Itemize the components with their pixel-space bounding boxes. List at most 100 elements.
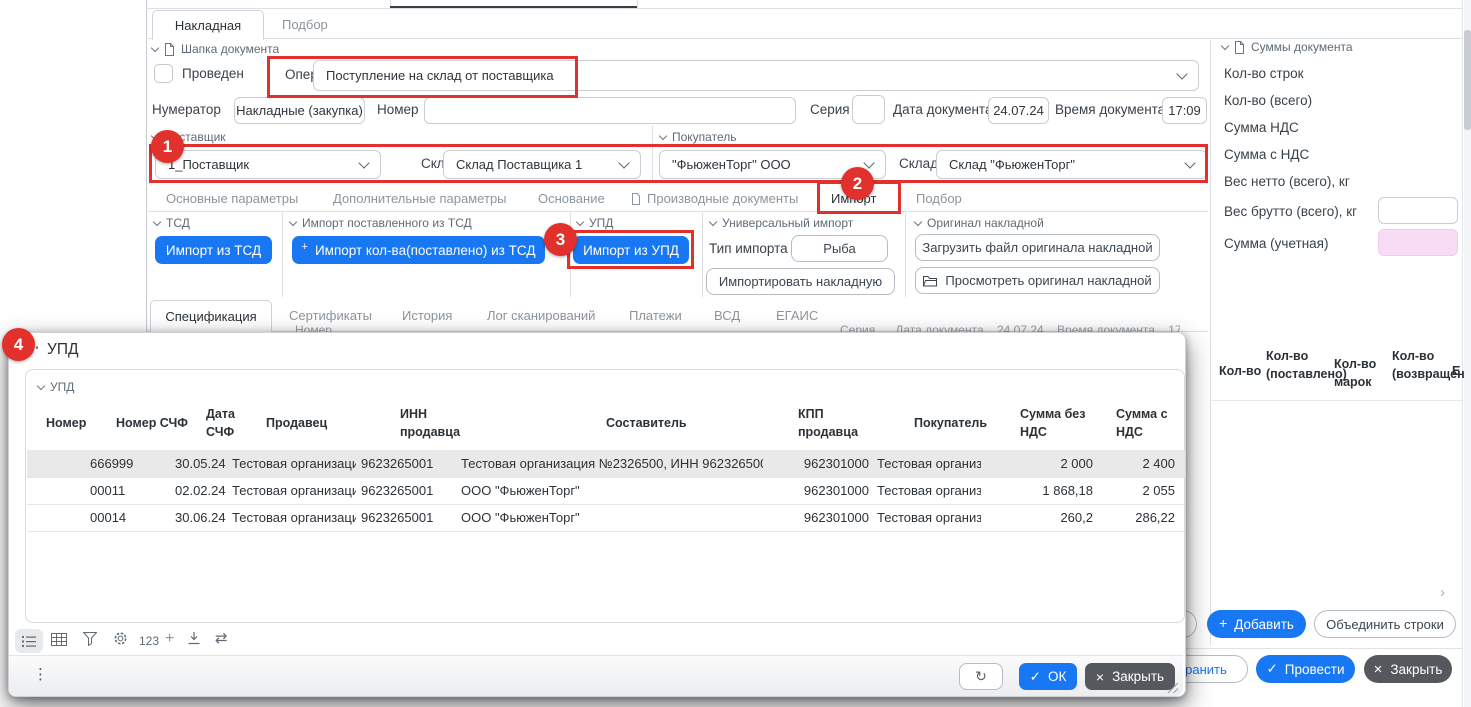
modal-title: УПД xyxy=(47,341,78,359)
col-seller[interactable]: Продавец xyxy=(266,400,327,446)
section-doc-header[interactable]: Шапка документа xyxy=(152,42,279,56)
section-buyer[interactable]: Покупатель xyxy=(660,130,736,144)
annotation-circle-1: 1 xyxy=(151,130,184,163)
scroll-right-icon[interactable]: › xyxy=(1440,584,1445,601)
merge-rows-button[interactable]: Объединить строки xyxy=(1314,610,1456,638)
operation-select[interactable]: Поступление на склад от поставщика xyxy=(313,60,1199,91)
section-original-invoice[interactable]: Оригинал накладной xyxy=(915,216,1044,230)
col-compiler[interactable]: Составитель xyxy=(606,400,687,446)
tab-basis[interactable]: Основание xyxy=(538,191,605,206)
view-grid-button[interactable] xyxy=(51,633,67,646)
tab-specification[interactable]: Спецификация xyxy=(150,300,272,332)
spec-col-qty-marks: Кол-во марок xyxy=(1334,355,1384,391)
section-upd[interactable]: УПД xyxy=(577,216,613,230)
chevron-down-icon xyxy=(659,131,667,139)
import-invoice-button[interactable]: Импортировать накладную xyxy=(706,268,895,295)
accounting-sum-input[interactable] xyxy=(1378,229,1458,256)
col-sum-with-vat[interactable]: Сумма с НДС xyxy=(1116,400,1178,446)
table-row[interactable]: 00011 02.02.24 Тестовая организация № 96… xyxy=(27,477,1185,505)
filter-button[interactable] xyxy=(83,632,97,646)
col-sum-without-vat[interactable]: Сумма без НДС xyxy=(1020,400,1092,446)
spec-col-qty: Кол-во xyxy=(1219,362,1261,380)
top-strip-divider xyxy=(146,8,1462,9)
settings-button[interactable] xyxy=(113,631,128,646)
post-button[interactable]: ✓ Провести xyxy=(1256,655,1355,683)
section-doc-sums[interactable]: Суммы документа xyxy=(1222,40,1353,54)
download-button[interactable] xyxy=(187,631,201,645)
refresh-icon: ↻ xyxy=(975,668,987,685)
upd-modal: ⋯ УПД УПД Номер Номер СЧФ Дата СЧФ Прода… xyxy=(8,332,1186,697)
section-tsd[interactable]: ТСД xyxy=(154,216,190,230)
operation-value: Поступление на склад от поставщика xyxy=(326,68,554,83)
check-icon: ✓ xyxy=(1030,669,1041,685)
plus-icon: + xyxy=(302,241,308,253)
load-original-file-button[interactable]: Загрузить файл оригинала накладной xyxy=(915,234,1160,261)
chevron-down-icon xyxy=(289,217,297,225)
import-from-upd-button[interactable]: Импорт из УПД xyxy=(573,236,689,264)
doc-time-field[interactable]: 17:09 xyxy=(1162,97,1207,124)
table-row[interactable]: 00014 30.06.24 Тестовая организация № 96… xyxy=(27,504,1185,532)
series-input[interactable] xyxy=(852,95,885,124)
chevron-down-icon xyxy=(151,43,159,51)
kebab-menu-icon[interactable]: ⋮ xyxy=(33,665,48,683)
app-screen: Накладная Подбор Шапка документа Проведе… xyxy=(0,0,1471,707)
refresh-button[interactable]: ↻ xyxy=(959,663,1003,690)
chevron-down-icon xyxy=(914,217,922,225)
document-icon xyxy=(164,43,175,56)
view-list-button[interactable] xyxy=(15,629,43,653)
add-row-button[interactable]: + Добавить xyxy=(1207,610,1306,638)
import-from-tsd-button[interactable]: Импорт из ТСД xyxy=(155,236,272,264)
col-seller-inn[interactable]: ИНН продавца xyxy=(400,400,470,446)
number-label: Номер xyxy=(377,102,419,117)
close-icon: × xyxy=(1374,661,1383,678)
doc-date-label: Дата документа xyxy=(893,102,992,117)
section-universal-import[interactable]: Универсальный импорт xyxy=(710,216,853,230)
tab-invoice[interactable]: Накладная xyxy=(152,10,264,40)
col-buyer[interactable]: Покупатель xyxy=(914,400,987,446)
section-upd-modal[interactable]: УПД xyxy=(38,380,74,394)
numerator-field[interactable]: Накладные (закупка) xyxy=(234,97,365,124)
top-strip-active-indicator xyxy=(390,6,637,8)
series-label: Серия xyxy=(810,102,850,117)
scrollbar-thumb[interactable] xyxy=(1464,30,1471,130)
number-input[interactable] xyxy=(424,97,796,124)
gear-icon xyxy=(113,631,128,646)
vat-sum-label: Сумма НДС xyxy=(1224,120,1299,135)
view-original-button[interactable]: Просмотреть оригинал накладной xyxy=(915,267,1160,294)
gross-weight-input[interactable] xyxy=(1378,197,1458,224)
carried-checkbox[interactable] xyxy=(154,64,173,83)
tab-derived-docs[interactable]: Производные документы xyxy=(631,191,798,206)
scrollbar-track[interactable] xyxy=(1464,0,1471,707)
col-schf-date[interactable]: Дата СЧФ xyxy=(206,400,246,446)
tab-selection[interactable]: Подбор xyxy=(282,17,328,32)
document-icon xyxy=(631,193,641,205)
table-row[interactable]: 666999 30.05.24 Тестовая организация № 9… xyxy=(27,450,1185,478)
tab-selection-2[interactable]: Подбор xyxy=(916,191,962,206)
annotation-circle-4: 4 xyxy=(2,328,35,361)
supplier-select[interactable]: 1_Поставщик xyxy=(155,150,381,179)
window-left-border xyxy=(146,0,147,332)
import-qty-from-tsd-button[interactable]: + Импорт кол-ва(поставлено) из ТСД xyxy=(292,236,545,264)
tab-additional-params[interactable]: Дополнительные параметры xyxy=(333,191,507,206)
import-type-button[interactable]: Рыба xyxy=(791,235,888,262)
clipped-row-fragment: Накладные (закупка) Номер Серия Дата док… xyxy=(150,321,1180,332)
ok-button[interactable]: ✓ ОК xyxy=(1019,663,1077,690)
chevron-down-icon xyxy=(358,157,369,168)
col-schf-number[interactable]: Номер СЧФ xyxy=(116,400,188,446)
numbers-toggle-button[interactable]: 123 xyxy=(139,634,159,648)
add-column-button[interactable]: + xyxy=(165,630,174,648)
doc-date-field[interactable]: 24.07.24 xyxy=(988,97,1049,124)
tab-main-params[interactable]: Основные параметры xyxy=(166,191,298,206)
chevron-down-icon xyxy=(37,381,45,389)
close-document-button[interactable]: × Закрыть xyxy=(1364,655,1452,683)
col-seller-kpp[interactable]: КПП продавца xyxy=(798,400,868,446)
section-doc-header-label: Шапка документа xyxy=(181,42,279,56)
doc-time-label: Время документа xyxy=(1055,102,1165,117)
buyer-warehouse-select[interactable]: Склад "ФьюженТорг" xyxy=(936,150,1207,179)
col-number[interactable]: Номер xyxy=(46,400,86,446)
supplier-warehouse-select[interactable]: Склад Поставщика 1 xyxy=(443,150,641,179)
spec-col-qty-supplied: Кол-во (поставлено) xyxy=(1266,347,1330,383)
modal-close-button[interactable]: × Закрыть xyxy=(1085,663,1175,690)
sync-button[interactable]: ⇄ xyxy=(215,629,228,647)
section-tsd-qty[interactable]: Импорт поставленного из ТСД xyxy=(290,216,472,230)
